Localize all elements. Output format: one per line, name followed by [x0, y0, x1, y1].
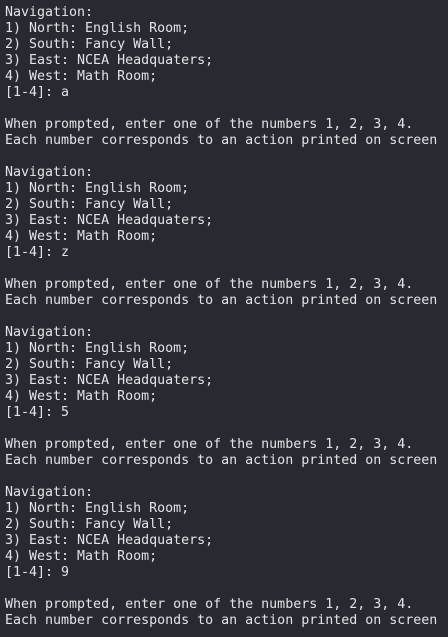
terminal-line: Navigation: [5, 325, 94, 340]
terminal-line: 3) East: NCEA Headquaters; [5, 533, 214, 548]
terminal-line: When prompted, enter one of the numbers … [5, 117, 414, 132]
terminal-line: 4) West: Math Room; [5, 389, 158, 404]
terminal-line: Each number corresponds to an action pri… [5, 293, 438, 308]
terminal-line: 2) South: Fancy Wall; [5, 357, 174, 372]
terminal-line: Navigation: [5, 165, 94, 180]
terminal-line: 4) West: Math Room; [5, 69, 158, 84]
terminal-line: When prompted, enter one of the numbers … [5, 597, 414, 612]
terminal-line: Each number corresponds to an action pri… [5, 613, 438, 628]
terminal-line: 1) North: English Room; [5, 341, 190, 356]
terminal-line: 2) South: Fancy Wall; [5, 517, 174, 532]
terminal-line: [1-4]: 9 [5, 565, 70, 580]
terminal-line: Navigation: [5, 5, 94, 20]
terminal-line: Each number corresponds to an action pri… [5, 453, 438, 468]
terminal-line: [1-4]: a [5, 85, 70, 100]
terminal-line: 3) East: NCEA Headquaters; [5, 213, 214, 228]
terminal-line: 1) North: English Room; [5, 21, 190, 36]
terminal-line: When prompted, enter one of the numbers … [5, 437, 414, 452]
terminal-line: 2) South: Fancy Wall; [5, 37, 174, 52]
terminal-line: 4) West: Math Room; [5, 549, 158, 564]
terminal-line: [1-4]: z [5, 245, 70, 260]
terminal-line: Each number corresponds to an action pri… [5, 133, 438, 148]
terminal-line: 3) East: NCEA Headquaters; [5, 373, 214, 388]
terminal-output: Navigation: 1) North: English Room; 2) S… [0, 0, 448, 637]
terminal-line: 3) East: NCEA Headquaters; [5, 53, 214, 68]
terminal-line: 2) South: Fancy Wall; [5, 197, 174, 212]
terminal-line: When prompted, enter one of the numbers … [5, 277, 414, 292]
terminal-line: 1) North: English Room; [5, 501, 190, 516]
terminal-line: [1-4]: 5 [5, 405, 70, 420]
terminal-line: 4) West: Math Room; [5, 229, 158, 244]
terminal-line: 1) North: English Room; [5, 181, 190, 196]
terminal-line: Navigation: [5, 485, 94, 500]
